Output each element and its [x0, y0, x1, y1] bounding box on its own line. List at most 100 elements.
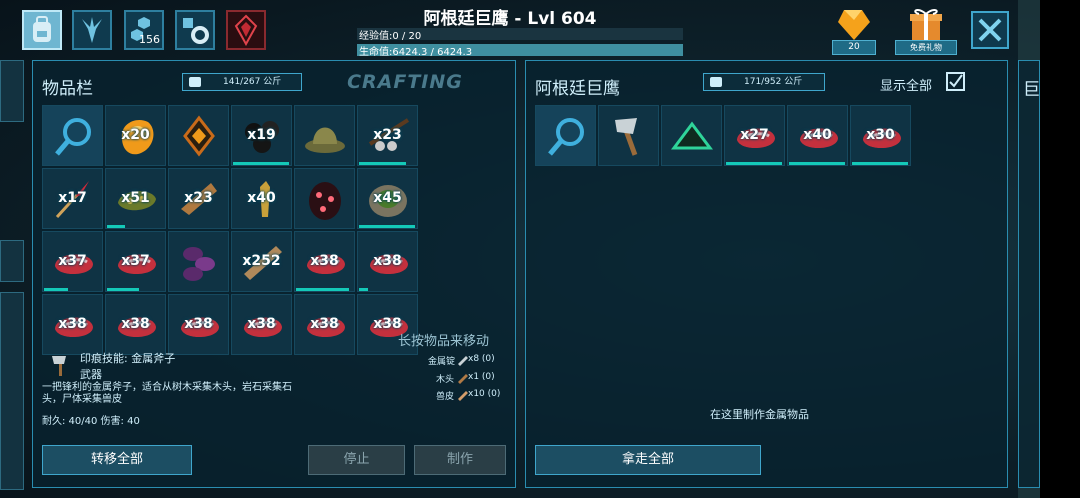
requirement-qty: x1 (0): [468, 372, 495, 382]
inventory-slot[interactable]: x37: [42, 231, 103, 292]
durability-bar: [107, 288, 139, 291]
search-icon: [51, 114, 96, 159]
durability-bar: [789, 162, 845, 165]
move-hint: 长按物品来移动: [398, 334, 490, 349]
search-button[interactable]: [535, 105, 596, 166]
inventory-slot[interactable]: x40: [231, 168, 292, 229]
tab-tribe[interactable]: [226, 10, 266, 50]
inventory-slot[interactable]: x38: [294, 294, 355, 355]
xp-label: 经验值:0 / 20: [359, 31, 422, 42]
tab-settings[interactable]: [175, 10, 215, 50]
inventory-slot[interactable]: x38: [231, 294, 292, 355]
inventory-slot[interactable]: [168, 231, 229, 292]
dino-footprint-icon: [82, 17, 102, 43]
item-quantity: x38: [310, 316, 339, 332]
close-icon: [978, 18, 1002, 42]
inventory-slot[interactable]: x23: [168, 168, 229, 229]
egg-icon: [303, 177, 348, 222]
gift-label: 免费礼物: [895, 40, 957, 55]
hide-icon: [458, 391, 468, 401]
xp-bar: 经验值:0 / 20: [357, 28, 683, 42]
search-button[interactable]: [42, 105, 103, 166]
durability-bar: [107, 225, 125, 228]
item-quantity: x51: [121, 190, 150, 206]
selected-item-name: 印痕技能: 金属斧子: [80, 352, 176, 365]
durability-bar: [296, 288, 349, 291]
selected-item-type: 武器: [80, 368, 102, 381]
inventory-slot[interactable]: x17: [42, 168, 103, 229]
search-icon: [544, 114, 589, 159]
inventory-slot[interactable]: [598, 105, 659, 166]
inventory-slot[interactable]: x45: [357, 168, 418, 229]
inventory-slot[interactable]: x38: [357, 231, 418, 292]
item-quantity: x20: [121, 127, 150, 143]
inventory-slot[interactable]: x38: [42, 294, 103, 355]
show-all-checkbox[interactable]: [946, 72, 965, 91]
close-button[interactable]: [971, 11, 1009, 49]
checkmark-icon: [949, 74, 963, 88]
weight-icon: [710, 77, 722, 87]
inventory-slot[interactable]: x38: [294, 231, 355, 292]
creature-inventory-title: 阿根廷巨鹰: [535, 79, 620, 99]
item-quantity: x45: [373, 190, 402, 206]
transfer-all-button[interactable]: 转移全部: [42, 445, 192, 475]
item-quantity: x30: [866, 127, 895, 143]
hat-icon: [303, 114, 348, 159]
item-quantity: x38: [121, 316, 150, 332]
item-quantity: x38: [373, 253, 402, 269]
next-panel-glyph: 巨: [1023, 80, 1040, 100]
engram-count: 156: [139, 33, 160, 46]
item-quantity: x37: [58, 253, 87, 269]
side-panel-edge: [0, 240, 24, 282]
screen-edge: [1040, 0, 1080, 498]
take-all-button[interactable]: 拿走全部: [535, 445, 761, 475]
item-quantity: x252: [242, 253, 281, 269]
selected-item-stats: 耐久: 40/40 伤害: 40: [42, 416, 140, 427]
inventory-slot[interactable]: x252: [231, 231, 292, 292]
inventory-slot[interactable]: [168, 105, 229, 166]
inventory-weight-value: 141/267 公斤: [223, 77, 282, 87]
tab-inventory[interactable]: [22, 10, 62, 50]
inventory-slot[interactable]: x23: [357, 105, 418, 166]
item-quantity: x38: [310, 253, 339, 269]
durability-bar: [852, 162, 908, 165]
inventory-slot[interactable]: x19: [231, 105, 292, 166]
tab-crafting[interactable]: CRAFTING: [330, 68, 480, 96]
next-panel-edge: 巨: [1018, 60, 1040, 488]
inventory-slot[interactable]: [661, 105, 722, 166]
metal-hatchet-icon: [52, 356, 66, 376]
tab-dino[interactable]: [72, 10, 112, 50]
item-quantity: x38: [247, 316, 276, 332]
requirement-name: 木头: [436, 375, 455, 385]
selected-item-description: 一把锋利的金属斧子，适合从树木采集木头，岩石采集石头，尸体采集兽皮: [42, 382, 292, 405]
inventory-slot[interactable]: x38: [105, 294, 166, 355]
inventory-slot[interactable]: x20: [105, 105, 166, 166]
requirement-name: 金属锭: [428, 357, 456, 367]
health-label: 生命值:6424.3 / 6424.3: [359, 47, 473, 58]
wood-icon: [458, 374, 468, 384]
side-panel-edge: [0, 60, 24, 122]
inventory-weight: 141/267 公斤: [182, 73, 302, 91]
show-all-label: 显示全部: [880, 79, 933, 94]
requirement-row: 兽皮 x10 (0): [436, 389, 500, 402]
triangle-icon: [670, 114, 715, 159]
inventory-slot[interactable]: x30: [850, 105, 911, 166]
inventory-slot[interactable]: [294, 105, 355, 166]
craft-hint: 在这里制作金属物品: [710, 408, 809, 421]
item-quantity: x23: [373, 127, 402, 143]
stop-button[interactable]: 停止: [308, 445, 405, 475]
inventory-slot[interactable]: x37: [105, 231, 166, 292]
inventory-slot[interactable]: x27: [724, 105, 785, 166]
requirement-row: 木头 x1 (0): [436, 372, 495, 385]
durability-bar: [359, 162, 406, 165]
inventory-slot[interactable]: x40: [787, 105, 848, 166]
item-quantity: x27: [740, 127, 769, 143]
inventory-slot[interactable]: [294, 168, 355, 229]
craft-button[interactable]: 制作: [414, 445, 506, 475]
item-quantity: x23: [184, 190, 213, 206]
gift-box-icon: [910, 8, 942, 40]
item-quantity: x38: [184, 316, 213, 332]
inventory-slot[interactable]: x38: [168, 294, 229, 355]
tab-engrams[interactable]: 156: [124, 10, 164, 50]
inventory-slot[interactable]: x51: [105, 168, 166, 229]
